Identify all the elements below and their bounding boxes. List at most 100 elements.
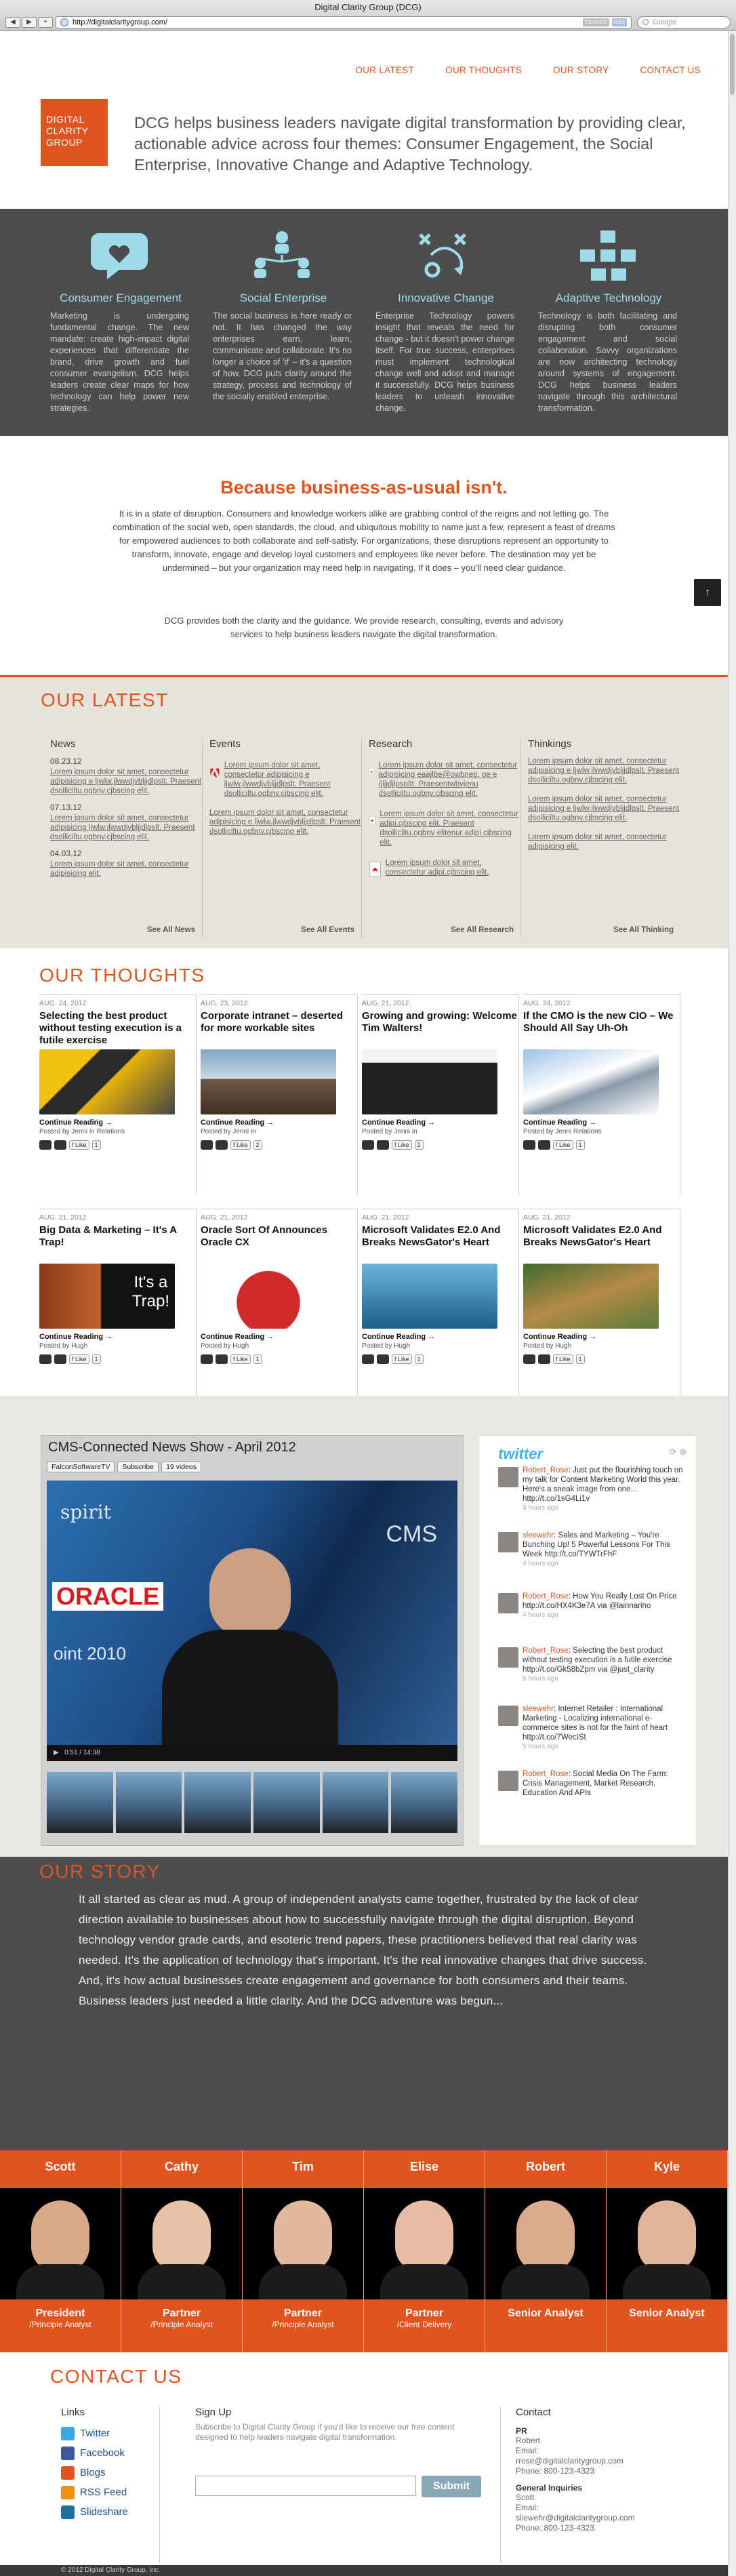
video-player[interactable]: CMS-Connected News Show - April 2012 Fal… [41,1435,464,1846]
scrollbar-thumb[interactable] [730,34,735,95]
post-thumbnail[interactable]: It's a Trap! [39,1264,175,1329]
post-thumbnail[interactable] [39,1049,175,1114]
back-to-top-button[interactable]: ↑ [694,579,721,606]
thought-card[interactable]: AUG. 24, 2012 Selecting the best product … [39,994,197,1194]
share-button[interactable] [201,1140,213,1150]
share-button[interactable] [523,1354,535,1364]
subscribe-button[interactable]: Subscribe [117,1462,159,1472]
reader-badge[interactable]: READER [582,18,609,26]
event-link[interactable]: Lorem ipsum dolor sit amet, consectetur … [224,761,361,799]
thinking-link[interactable]: Lorem ipsum dolor sit amet, consectetur … [528,794,680,823]
continue-reading-link[interactable]: Continue Reading → [362,1333,518,1341]
avatar[interactable] [498,1771,518,1791]
see-all-thinking-link[interactable]: See All Thinking [613,926,674,934]
video-title[interactable]: CMS-Connected News Show - April 2012 [48,1440,296,1455]
share-button[interactable] [216,1140,228,1150]
thought-card[interactable]: AUG. 24, 2012 If the CMO is the new CIO –… [523,994,680,1194]
post-title[interactable]: Corporate intranet – deserted for more w… [201,1010,357,1047]
share-button[interactable] [54,1140,66,1150]
channel-button[interactable]: FalconSoftwareTV [47,1462,115,1472]
see-all-events-link[interactable]: See All Events [301,926,354,934]
post-thumbnail[interactable] [201,1264,336,1329]
link-facebook[interactable]: Facebook [61,2443,159,2463]
continue-reading-link[interactable]: Continue Reading → [523,1333,680,1341]
share-button[interactable] [39,1140,52,1150]
nav-contact-us[interactable]: CONTACT US [640,65,701,75]
play-icon[interactable]: ▶ [54,1749,59,1756]
like-button[interactable]: f Like [69,1354,89,1364]
avatar[interactable] [498,1532,518,1552]
thought-card[interactable]: AUG. 23, 2012 Corporate intranet – desert… [201,994,358,1194]
like-button[interactable]: f Like [230,1354,251,1364]
share-button[interactable] [362,1354,374,1364]
tweet-user[interactable]: Robert_Rose [523,1592,569,1601]
tweet-user[interactable]: Robert_Rose [523,1647,569,1655]
team-member[interactable]: Elise Partner/Client Delivery [364,2150,485,2352]
avatar[interactable] [498,1706,518,1726]
avatar[interactable] [498,1467,518,1487]
thinking-link[interactable]: Lorem ipsum dolor sit amet, consectetur … [528,832,680,851]
video-thumbnail[interactable] [322,1772,389,1833]
thought-card[interactable]: AUG. 21, 2012 Big Data & Marketing – It's… [39,1209,197,1409]
news-link[interactable]: Lorem ipsum dolor sit amet, consectetur … [50,767,202,796]
nav-our-story[interactable]: OUR STORY [553,65,609,75]
post-thumbnail[interactable] [523,1049,659,1114]
video-thumbnail[interactable] [391,1772,458,1833]
research-link[interactable]: Lorem ipsum dolor sit amet, consectetur … [379,761,520,799]
post-title[interactable]: If the CMO is the new CIO – We Should Al… [523,1010,680,1047]
video-screen[interactable]: spirit ORACLE oint 2010 CMS [47,1481,457,1745]
general-email[interactable]: Email: sliewehr@digitalclaritygroup.com [516,2503,642,2523]
continue-reading-link[interactable]: Continue Reading → [523,1119,680,1127]
like-button[interactable]: f Like [553,1354,573,1364]
research-link[interactable]: Lorem ipsum dolor sit amet, consectetur … [386,858,520,881]
video-controls[interactable]: ▶ 0:51 / 14:38 [47,1745,457,1761]
like-button[interactable]: f Like [392,1140,412,1150]
see-all-research-link[interactable]: See All Research [451,926,514,934]
team-member[interactable]: Tim Partner/Principle Analyst [243,2150,364,2352]
team-member[interactable]: Scott President/Principle Analyst [0,2150,121,2352]
share-button[interactable] [54,1354,66,1364]
post-title[interactable]: Microsoft Validates E2.0 And Breaks News… [362,1224,518,1261]
continue-reading-link[interactable]: Continue Reading → [39,1333,196,1341]
tweet-user[interactable]: sleewehr [523,1531,554,1539]
post-title[interactable]: Big Data & Marketing – It's A Trap! [39,1224,196,1261]
research-link[interactable]: Lorem ipsum dolor sit amet, consectetur … [380,809,520,847]
rss-badge[interactable]: RSS [611,18,627,26]
link-twitter[interactable]: Twitter [61,2423,159,2443]
post-thumbnail[interactable] [201,1049,336,1114]
post-thumbnail[interactable] [362,1049,497,1114]
continue-reading-link[interactable]: Continue Reading → [39,1119,196,1127]
refresh-icon[interactable]: ⟳ ⊗ [670,1447,687,1457]
avatar[interactable] [498,1647,518,1668]
twitter-logo[interactable]: twitter [498,1445,543,1463]
tweet-user[interactable]: sleewehr [523,1705,554,1713]
like-button[interactable]: f Like [69,1140,89,1150]
logo[interactable]: DIGITAL CLARITY GROUP [41,99,108,166]
search-field[interactable]: Google [637,16,731,28]
share-button[interactable] [201,1354,213,1364]
submit-button[interactable]: Submit [422,2476,481,2497]
share-button[interactable] [39,1354,52,1364]
post-thumbnail[interactable] [362,1264,497,1329]
thought-card[interactable]: AUG. 21, 2012 Growing and growing: Welcom… [362,994,519,1194]
video-thumbnail[interactable] [253,1772,320,1833]
video-thumbnail[interactable] [115,1772,182,1833]
pr-email[interactable]: Email: rrose@digitalclaritygroup.com [516,2446,642,2466]
team-member[interactable]: Kyle Senior Analyst [607,2150,728,2352]
nav-our-thoughts[interactable]: OUR THOUGHTS [445,65,522,75]
thought-card[interactable]: AUG. 21, 2012 Oracle Sort Of Announces Or… [201,1209,358,1409]
nav-our-latest[interactable]: OUR LATEST [355,65,414,75]
post-title[interactable]: Growing and growing: Welcome Tim Walters… [362,1010,518,1047]
continue-reading-link[interactable]: Continue Reading → [201,1119,357,1127]
video-thumbnail[interactable] [184,1772,251,1833]
link-rss[interactable]: RSS Feed [61,2482,159,2502]
thinking-link[interactable]: Lorem ipsum dolor sit amet, consectetur … [528,757,680,785]
avatar[interactable] [498,1593,518,1613]
team-member[interactable]: Cathy Partner/Principle Analyst [121,2150,243,2352]
add-bookmark-icon[interactable]: + [38,17,53,28]
share-button[interactable] [523,1140,535,1150]
share-button[interactable] [377,1140,389,1150]
news-link[interactable]: Lorem ipsum dolor sit amet, consectetur … [50,813,202,842]
share-button[interactable] [538,1354,550,1364]
link-blog[interactable]: Blogs [61,2463,159,2482]
